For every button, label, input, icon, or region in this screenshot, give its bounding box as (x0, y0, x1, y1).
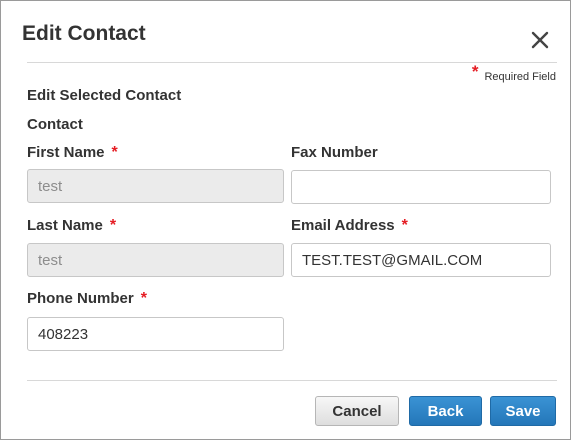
email-address-label-text: Email Address (291, 217, 395, 234)
footer-divider (27, 380, 557, 381)
save-button[interactable]: Save (490, 396, 556, 426)
dialog-title: Edit Contact (22, 22, 146, 45)
fax-number-label: Fax Number (291, 144, 378, 161)
cancel-button[interactable]: Cancel (315, 396, 399, 426)
email-address-input[interactable] (291, 243, 551, 277)
edit-contact-dialog: Edit Contact * Required Field Edit Select… (0, 0, 571, 440)
back-button[interactable]: Back (409, 396, 482, 426)
required-star: * (471, 62, 479, 81)
required-star: * (140, 290, 147, 307)
required-star: * (401, 217, 408, 234)
required-field-note: * Required Field (471, 62, 556, 85)
last-name-label: Last Name * (27, 217, 116, 235)
last-name-label-text: Last Name (27, 217, 103, 234)
required-star: * (109, 217, 117, 234)
phone-number-label-text: Phone Number (27, 290, 134, 307)
section-heading: Edit Selected Contact (27, 87, 182, 104)
phone-number-input[interactable] (27, 317, 284, 351)
fax-number-label-text: Fax Number (291, 144, 378, 161)
email-address-label: Email Address * (291, 217, 408, 235)
first-name-label: First Name * (27, 144, 118, 162)
phone-number-label: Phone Number * (27, 290, 147, 308)
required-star: * (111, 144, 118, 161)
group-label: Contact (27, 116, 83, 133)
close-icon[interactable] (528, 28, 552, 52)
first-name-label-text: First Name (27, 144, 105, 161)
required-field-text: Required Field (484, 71, 556, 83)
first-name-input[interactable] (27, 169, 284, 203)
fax-number-input[interactable] (291, 170, 551, 204)
last-name-input[interactable] (27, 243, 284, 277)
